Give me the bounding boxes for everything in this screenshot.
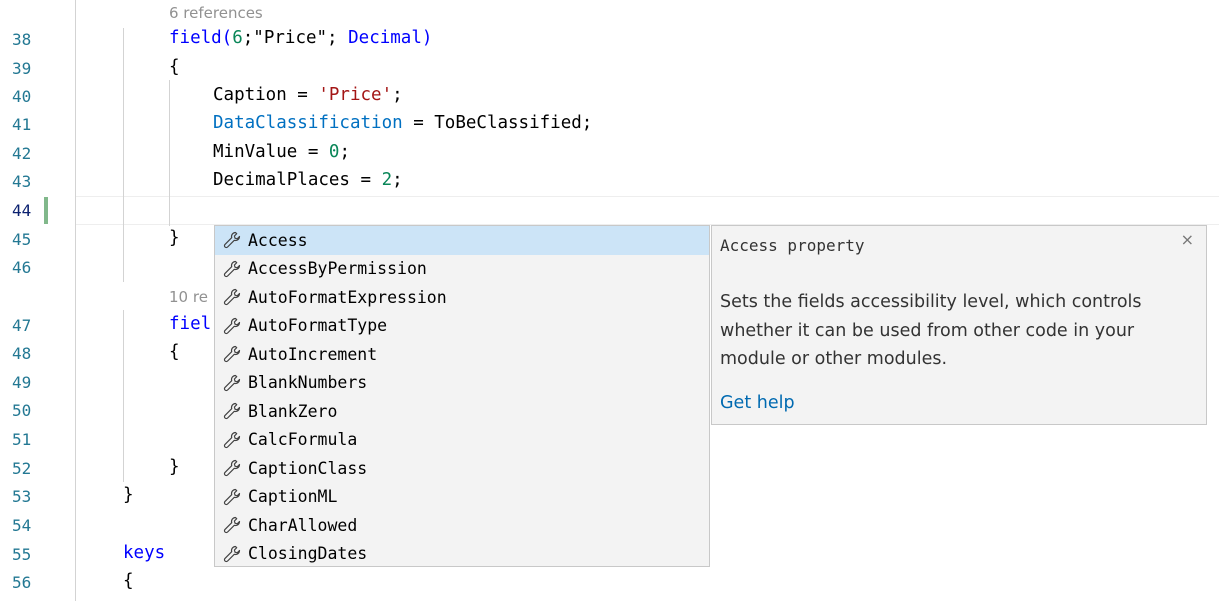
suggestion-item[interactable]: CalcFormula xyxy=(215,426,709,455)
suggestion-label: ClosingDates xyxy=(248,544,368,564)
suggestion-label: BlankNumbers xyxy=(248,373,368,393)
suggestion-item[interactable]: CaptionML xyxy=(215,483,709,512)
suggestion-item[interactable]: CaptionClass xyxy=(215,454,709,483)
line-number: 49 xyxy=(12,373,32,392)
code-token: ; xyxy=(392,170,403,190)
line-number: 39 xyxy=(12,59,32,78)
suggestion-label: AccessByPermission xyxy=(248,259,427,279)
suggestion-item[interactable]: BlankNumbers xyxy=(215,369,709,398)
code-token: Decimal xyxy=(348,28,422,48)
line-number: 43 xyxy=(12,172,32,191)
suggestion-item[interactable]: AutoIncrement xyxy=(215,340,709,369)
code-token: ; xyxy=(339,142,350,162)
line-number: 54 xyxy=(12,516,32,535)
suggestion-label: CalcFormula xyxy=(248,430,358,450)
wrench-icon xyxy=(223,460,241,477)
wrench-icon xyxy=(223,431,241,448)
suggestion-item[interactable]: Access xyxy=(215,226,709,255)
line-number: 41 xyxy=(12,115,32,134)
wrench-icon xyxy=(223,374,241,391)
indent-guide xyxy=(75,0,76,601)
suggestion-item[interactable]: AutoFormatType xyxy=(215,312,709,341)
indent-guide xyxy=(123,28,124,282)
suggestion-item[interactable]: AutoFormatExpression xyxy=(215,283,709,312)
line-number: 51 xyxy=(12,430,32,449)
suggestion-label: CharAllowed xyxy=(248,515,358,535)
indent-guide xyxy=(123,310,124,482)
suggestion-label: AutoFormatExpression xyxy=(248,287,447,307)
line-number: 50 xyxy=(12,401,32,420)
suggestion-item[interactable]: ClosingDates xyxy=(215,540,709,567)
details-description: Sets the fields accessibility level, whi… xyxy=(720,292,1142,369)
current-line-highlight xyxy=(75,196,1219,225)
code-token: 'Price' xyxy=(318,85,393,105)
suggestion-item[interactable]: BlankZero xyxy=(215,397,709,426)
code-token: MinValue = xyxy=(213,142,329,162)
codelens-references[interactable]: 6 references xyxy=(169,4,263,22)
suggestion-label: Access xyxy=(248,230,308,250)
suggestion-label: BlankZero xyxy=(248,401,338,421)
code-editor[interactable]: 6 references 38 39 40 41 42 43 44 45 46 … xyxy=(0,0,1219,601)
code-line-41[interactable]: DataClassification = ToBeClassified; xyxy=(213,113,592,133)
code-token: = ToBeClassified; xyxy=(402,113,593,133)
line-number: 42 xyxy=(12,144,32,163)
wrench-icon xyxy=(223,346,241,363)
suggestion-label: CaptionML xyxy=(248,487,338,507)
line-number: 53 xyxy=(12,487,32,506)
suggestion-item[interactable]: AccessByPermission xyxy=(215,255,709,284)
line-number: 52 xyxy=(12,459,32,478)
wrench-icon xyxy=(223,232,241,249)
code-line-48[interactable]: { xyxy=(169,342,180,362)
details-title: Access property xyxy=(720,236,865,255)
wrench-icon xyxy=(223,517,241,534)
code-token: field( xyxy=(169,28,233,48)
line-number: 40 xyxy=(12,87,32,106)
code-line-52[interactable]: } xyxy=(169,457,180,477)
get-help-link[interactable]: Get help xyxy=(720,393,795,413)
codelens-references[interactable]: 10 re xyxy=(169,288,208,306)
code-token: 6 xyxy=(232,28,243,48)
code-token: 2 xyxy=(381,170,393,190)
code-line-43[interactable]: DecimalPlaces = 2; xyxy=(213,170,403,190)
code-token: DataClassification xyxy=(213,113,403,133)
line-number: 48 xyxy=(12,344,32,363)
code-token: ; xyxy=(392,85,403,105)
code-line-47[interactable]: fiel xyxy=(169,314,211,334)
line-number: 55 xyxy=(12,545,32,564)
line-number: 56 xyxy=(12,573,32,592)
code-line-56[interactable]: { xyxy=(123,571,134,591)
line-number: 46 xyxy=(12,258,32,277)
code-line-39[interactable]: { xyxy=(169,57,180,77)
suggestion-label: CaptionClass xyxy=(248,458,368,478)
line-number: 38 xyxy=(12,30,32,49)
code-token: DecimalPlaces = xyxy=(213,170,382,190)
wrench-icon xyxy=(223,289,241,306)
suggestion-label: AutoFormatType xyxy=(248,316,388,336)
code-line-38[interactable]: field(6;"Price"; Decimal) xyxy=(169,28,432,48)
code-token: Caption = xyxy=(213,85,319,105)
code-token: ;"Price"; xyxy=(242,28,349,48)
code-token: ) xyxy=(421,28,433,48)
suggest-details-panel: Access property × Sets the fields access… xyxy=(711,225,1207,425)
close-icon[interactable]: × xyxy=(1181,230,1194,249)
code-token: 0 xyxy=(328,142,340,162)
suggestion-item[interactable]: CharAllowed xyxy=(215,511,709,540)
line-number: 45 xyxy=(12,230,32,249)
wrench-icon xyxy=(223,403,241,420)
line-number: 47 xyxy=(12,316,32,335)
code-line-55[interactable]: keys xyxy=(123,543,165,563)
code-line-42[interactable]: MinValue = 0; xyxy=(213,142,350,162)
code-line-53[interactable]: } xyxy=(123,485,134,505)
wrench-icon xyxy=(223,545,241,562)
line-number-current: 44 xyxy=(12,201,32,220)
suggestion-label: AutoIncrement xyxy=(248,344,378,364)
suggest-widget[interactable]: Access AccessByPermission AutoFormatExpres… xyxy=(214,225,710,567)
code-line-45[interactable]: } xyxy=(169,228,180,248)
wrench-icon xyxy=(223,260,241,277)
code-line-40[interactable]: Caption = 'Price'; xyxy=(213,85,403,105)
wrench-icon xyxy=(223,317,241,334)
wrench-icon xyxy=(223,488,241,505)
indent-guide xyxy=(169,80,170,226)
